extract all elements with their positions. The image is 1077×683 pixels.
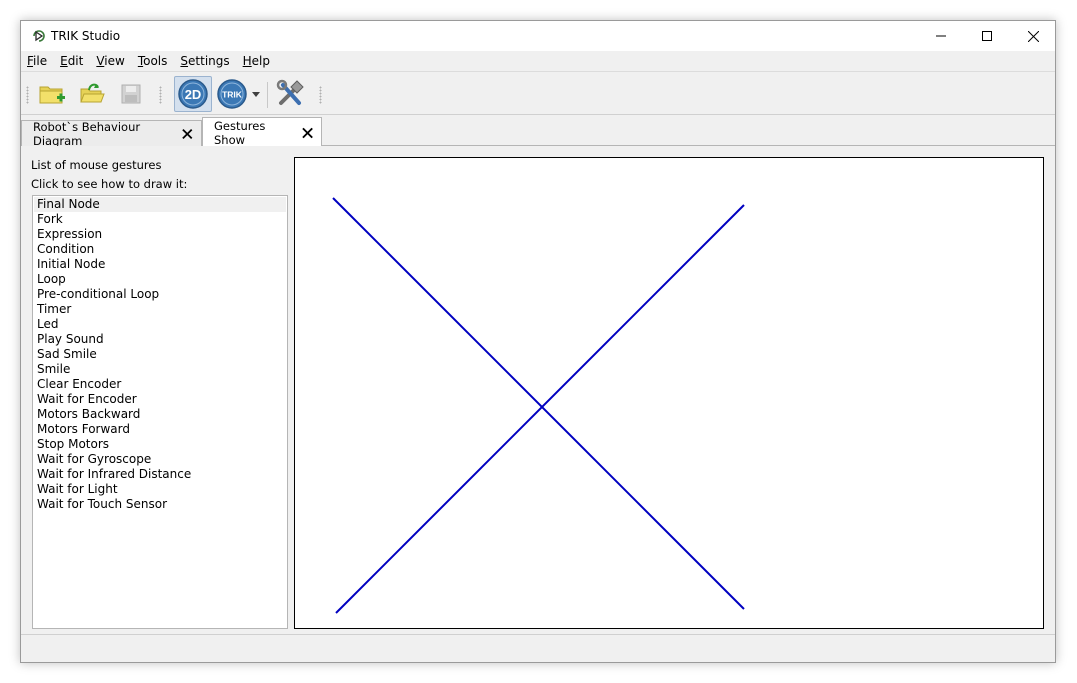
menu-help[interactable]: Help [243,54,270,68]
new-folder-icon [39,86,65,104]
list-item[interactable]: Wait for Light [34,482,286,497]
list-item[interactable]: Expression [34,227,286,242]
minimize-button[interactable] [918,21,964,51]
robot-dropdown-button[interactable] [249,78,263,110]
toolbar-grip[interactable] [319,86,322,104]
status-bar [21,634,1055,662]
gesture-drawing [332,197,745,614]
trik-robot-icon: TRIK [217,79,247,109]
trik-app-icon [33,30,45,42]
maximize-icon [982,31,992,41]
mode-2d-button[interactable]: 2D [174,76,212,112]
tab-label: Robot`s Behaviour Diagram [33,119,141,148]
robot-settings-button[interactable] [273,78,307,110]
gesture-stroke [332,197,745,610]
menu-tools[interactable]: Tools [138,54,168,68]
list-item[interactable]: Wait for Infrared Distance [34,467,286,482]
list-item[interactable]: Play Sound [34,332,286,347]
gesture-canvas [294,157,1044,629]
open-project-button[interactable] [75,78,109,110]
list-item[interactable]: Wait for Touch Sensor [34,497,286,512]
tab-bar: Robot`s Behaviour Diagram Gestures Show [21,116,1055,148]
close-tab-icon[interactable] [182,128,193,140]
close-icon [1027,30,1039,42]
gestures-show-page: List of mouse gestures Click to see how … [21,146,1055,634]
list-item[interactable]: Pre-conditional Loop [34,287,286,302]
gestures-list[interactable]: Final Node Fork Expression Condition Initial… [32,195,288,629]
list-item[interactable]: Wait for Encoder [34,392,286,407]
tab-gestures-show[interactable]: Gestures Show [202,117,322,147]
menu-bar: File Edit View Tools Settings Help [21,51,1055,71]
gestures-list-hint: Click to see how to draw it: [31,177,188,191]
list-item[interactable]: Smile [34,362,286,377]
list-item[interactable]: Stop Motors [34,437,286,452]
list-item[interactable]: Condition [34,242,286,257]
list-item[interactable]: Sad Smile [34,347,286,362]
open-folder-icon [80,83,105,103]
window-title: TRIK Studio [51,29,121,43]
list-item[interactable]: Wait for Gyroscope [34,452,286,467]
minimize-icon [936,35,946,37]
close-window-button[interactable] [1010,21,1055,51]
svg-text:2D: 2D [185,87,202,102]
main-toolbar: 2D TRIK [21,71,1055,115]
menu-edit[interactable]: Edit [60,54,83,68]
list-item[interactable]: Fork [34,212,286,227]
tab-robots-behaviour-diagram[interactable]: Robot`s Behaviour Diagram [21,119,202,148]
new-project-button[interactable] [35,78,69,110]
title-bar[interactable]: TRIK Studio [21,21,1055,51]
save-disk-icon [121,84,141,104]
maximize-button[interactable] [964,21,1010,51]
chevron-down-icon [252,91,260,97]
tools-icon [276,79,304,105]
toolbar-grip[interactable] [26,86,29,104]
list-item[interactable]: Timer [34,302,286,317]
list-item[interactable]: Loop [34,272,286,287]
list-item[interactable]: Clear Encoder [34,377,286,392]
save-button[interactable] [114,78,148,110]
menu-file[interactable]: File [27,54,47,68]
gesture-stroke [335,204,745,614]
2d-model-icon: 2D [178,79,208,109]
list-item[interactable]: Motors Backward [34,407,286,422]
list-item[interactable]: Led [34,317,286,332]
svg-text:TRIK: TRIK [222,90,243,100]
list-item[interactable]: Final Node [34,197,286,212]
list-item[interactable]: Motors Forward [34,422,286,437]
menu-settings[interactable]: Settings [180,54,229,68]
list-item[interactable]: Initial Node [34,257,286,272]
trik-studio-window: TRIK Studio File Edit View Tools Setting… [20,20,1056,663]
close-tab-icon[interactable] [302,127,313,139]
gestures-list-title: List of mouse gestures [31,158,162,172]
toolbar-grip[interactable] [159,86,162,104]
trik-robot-button[interactable]: TRIK [215,78,249,110]
menu-view[interactable]: View [96,54,124,68]
tab-label: Gestures Show [214,118,266,147]
toolbar-separator [267,82,268,108]
